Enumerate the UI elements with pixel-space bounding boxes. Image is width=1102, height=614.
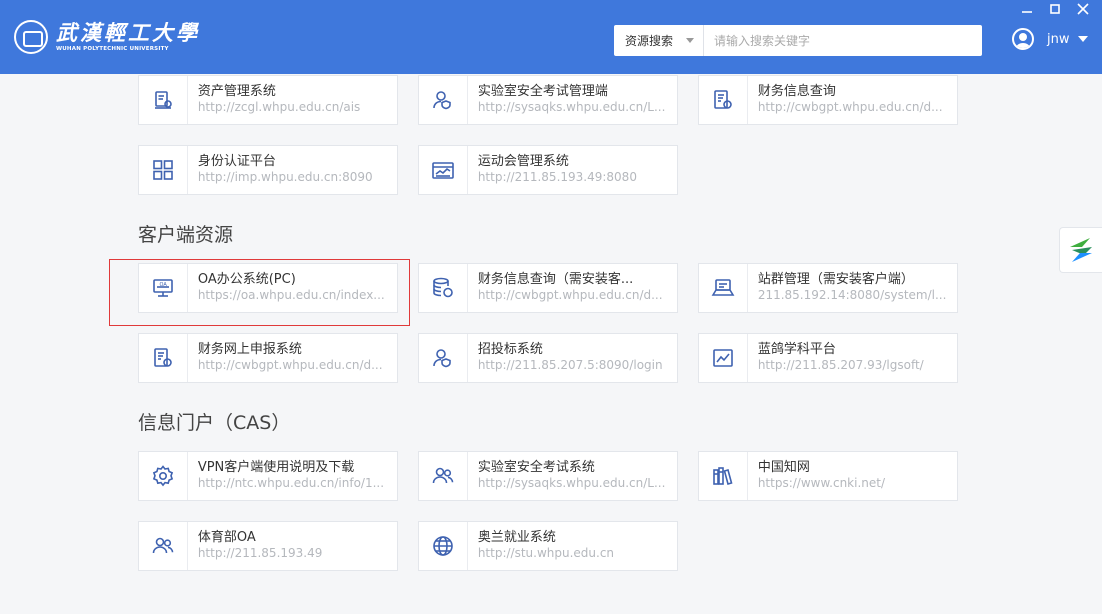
- user-shield-icon: [419, 76, 468, 124]
- chevron-down-icon: [686, 38, 694, 43]
- user-menu[interactable]: jnw: [1012, 28, 1089, 50]
- search-scope-label: 资源搜索: [625, 34, 674, 48]
- oa-monitor-icon: OA: [139, 264, 188, 312]
- card-url: http://imp.whpu.edu.cn:8090: [197, 170, 373, 184]
- grid-icon: [139, 146, 188, 194]
- svg-text:OA: OA: [159, 282, 167, 288]
- card-title: 资产管理系统: [197, 84, 276, 99]
- app-logo-icon: [1070, 238, 1092, 262]
- chevron-down-icon: [1078, 36, 1089, 42]
- minimize-icon: [1022, 11, 1032, 13]
- card-url: http://211.85.193.49: [197, 546, 323, 560]
- resource-card[interactable]: 中国知网 https://www.cnki.net/: [698, 451, 958, 501]
- resource-card[interactable]: OA OA办公系统(PC) https://oa.whpu.edu.cn/ind…: [138, 263, 398, 313]
- close-button[interactable]: [1076, 2, 1090, 16]
- card-title: 实验室安全考试系统: [477, 460, 595, 475]
- card-url: http://211.85.193.49:8080: [477, 170, 637, 184]
- database-yen-icon: [419, 264, 468, 312]
- dashboard-icon: [419, 146, 468, 194]
- card-url: 211.85.192.14:8080/system/l...: [757, 288, 947, 302]
- card-title: 站群管理（需安装客户端）: [757, 272, 914, 287]
- card-title: 招投标系统: [477, 342, 543, 357]
- side-floating-widget[interactable]: [1059, 227, 1102, 273]
- search-input[interactable]: [704, 25, 982, 56]
- card-title: 财务网上申报系统: [197, 342, 302, 357]
- search-scope-select[interactable]: 资源搜索: [614, 25, 704, 56]
- finance-doc-icon: [699, 76, 748, 124]
- resource-card[interactable]: 财务信息查询 http://cwbgpt.whpu.edu.cn/d...: [698, 75, 958, 125]
- card-url: https://oa.whpu.edu.cn/index...: [197, 288, 385, 302]
- section-title-cas: 信息门户（CAS）: [138, 412, 291, 434]
- books-icon: [699, 452, 748, 500]
- resource-card[interactable]: 资产管理系统 http://zcgl.whpu.edu.cn/ais: [138, 75, 398, 125]
- header-bar: 武漢輕工大學 WUHAN POLYTECHNIC UNIVERSITY 资源搜索…: [0, 0, 1102, 74]
- card-url: https://www.cnki.net/: [757, 476, 886, 490]
- users-icon: [139, 522, 188, 570]
- window-controls: [1020, 2, 1090, 16]
- card-title: OA办公系统(PC): [197, 272, 296, 287]
- chart-icon: [699, 334, 748, 382]
- card-title: 蓝鸽学科平台: [757, 342, 836, 357]
- minimize-button[interactable]: [1020, 2, 1034, 16]
- card-url: http://sysaqks.whpu.edu.cn/L...: [477, 100, 666, 114]
- card-title: 中国知网: [757, 460, 810, 475]
- resource-card[interactable]: 运动会管理系统 http://211.85.193.49:8080: [418, 145, 678, 195]
- resource-card[interactable]: 实验室安全考试系统 http://sysaqks.whpu.edu.cn/L..…: [418, 451, 678, 501]
- card-title: 财务信息查询: [757, 84, 836, 99]
- laptop-icon: [699, 264, 748, 312]
- maximize-icon: [1050, 4, 1060, 14]
- section-title-client: 客户端资源: [138, 224, 234, 246]
- card-url: http://cwbgpt.whpu.edu.cn/d...: [477, 288, 663, 302]
- card-title: 财务信息查询（需安装客...: [477, 272, 634, 287]
- card-url: http://ntc.whpu.edu.cn/info/1...: [197, 476, 385, 490]
- card-url: http://211.85.207.93/lgsoft/: [757, 358, 924, 372]
- users-icon: [419, 452, 468, 500]
- resource-card[interactable]: 蓝鸽学科平台 http://211.85.207.93/lgsoft/: [698, 333, 958, 383]
- card-title: 奥兰就业系统: [477, 530, 556, 545]
- logo-cn-text: 武漢輕工大學: [56, 20, 200, 45]
- emblem-icon: [14, 20, 48, 54]
- card-title: VPN客户端使用说明及下载: [197, 460, 355, 475]
- resource-card[interactable]: 身份认证平台 http://imp.whpu.edu.cn:8090: [138, 145, 398, 195]
- search-bar: 资源搜索: [614, 25, 982, 56]
- maximize-button[interactable]: [1048, 2, 1062, 16]
- card-title: 体育部OA: [197, 530, 256, 545]
- gear-icon: [139, 452, 188, 500]
- resource-card[interactable]: 财务信息查询（需安装客... http://cwbgpt.whpu.edu.cn…: [418, 263, 678, 313]
- avatar-icon: [1012, 28, 1034, 50]
- globe-icon: [419, 522, 468, 570]
- resource-card[interactable]: 奥兰就业系统 http://stu.whpu.edu.cn: [418, 521, 678, 571]
- resource-card[interactable]: VPN客户端使用说明及下载 http://ntc.whpu.edu.cn/inf…: [138, 451, 398, 501]
- card-url: http://cwbgpt.whpu.edu.cn/d...: [197, 358, 383, 372]
- card-title: 身份认证平台: [197, 154, 276, 169]
- university-logo: 武漢輕工大學 WUHAN POLYTECHNIC UNIVERSITY: [14, 20, 200, 54]
- close-icon: [1077, 3, 1089, 15]
- card-title: 运动会管理系统: [477, 154, 569, 169]
- logo-en-text: WUHAN POLYTECHNIC UNIVERSITY: [56, 46, 169, 52]
- user-shield-icon: [419, 334, 468, 382]
- resource-card[interactable]: 招投标系统 http://211.85.207.5:8090/login: [418, 333, 678, 383]
- card-url: http://211.85.207.5:8090/login: [477, 358, 663, 372]
- finance-doc-icon: [139, 334, 188, 382]
- asset-icon: [139, 76, 188, 124]
- resource-card[interactable]: 站群管理（需安装客户端） 211.85.192.14:8080/system/l…: [698, 263, 958, 313]
- card-title: 实验室安全考试管理端: [477, 84, 608, 99]
- card-url: http://zcgl.whpu.edu.cn/ais: [197, 100, 361, 114]
- card-url: http://stu.whpu.edu.cn: [477, 546, 615, 560]
- card-url: http://sysaqks.whpu.edu.cn/L...: [477, 476, 666, 490]
- user-name: jnw: [1047, 31, 1070, 47]
- card-url: http://cwbgpt.whpu.edu.cn/d...: [757, 100, 943, 114]
- resource-card[interactable]: 体育部OA http://211.85.193.49: [138, 521, 398, 571]
- resource-card[interactable]: 实验室安全考试管理端 http://sysaqks.whpu.edu.cn/L.…: [418, 75, 678, 125]
- resource-card[interactable]: 财务网上申报系统 http://cwbgpt.whpu.edu.cn/d...: [138, 333, 398, 383]
